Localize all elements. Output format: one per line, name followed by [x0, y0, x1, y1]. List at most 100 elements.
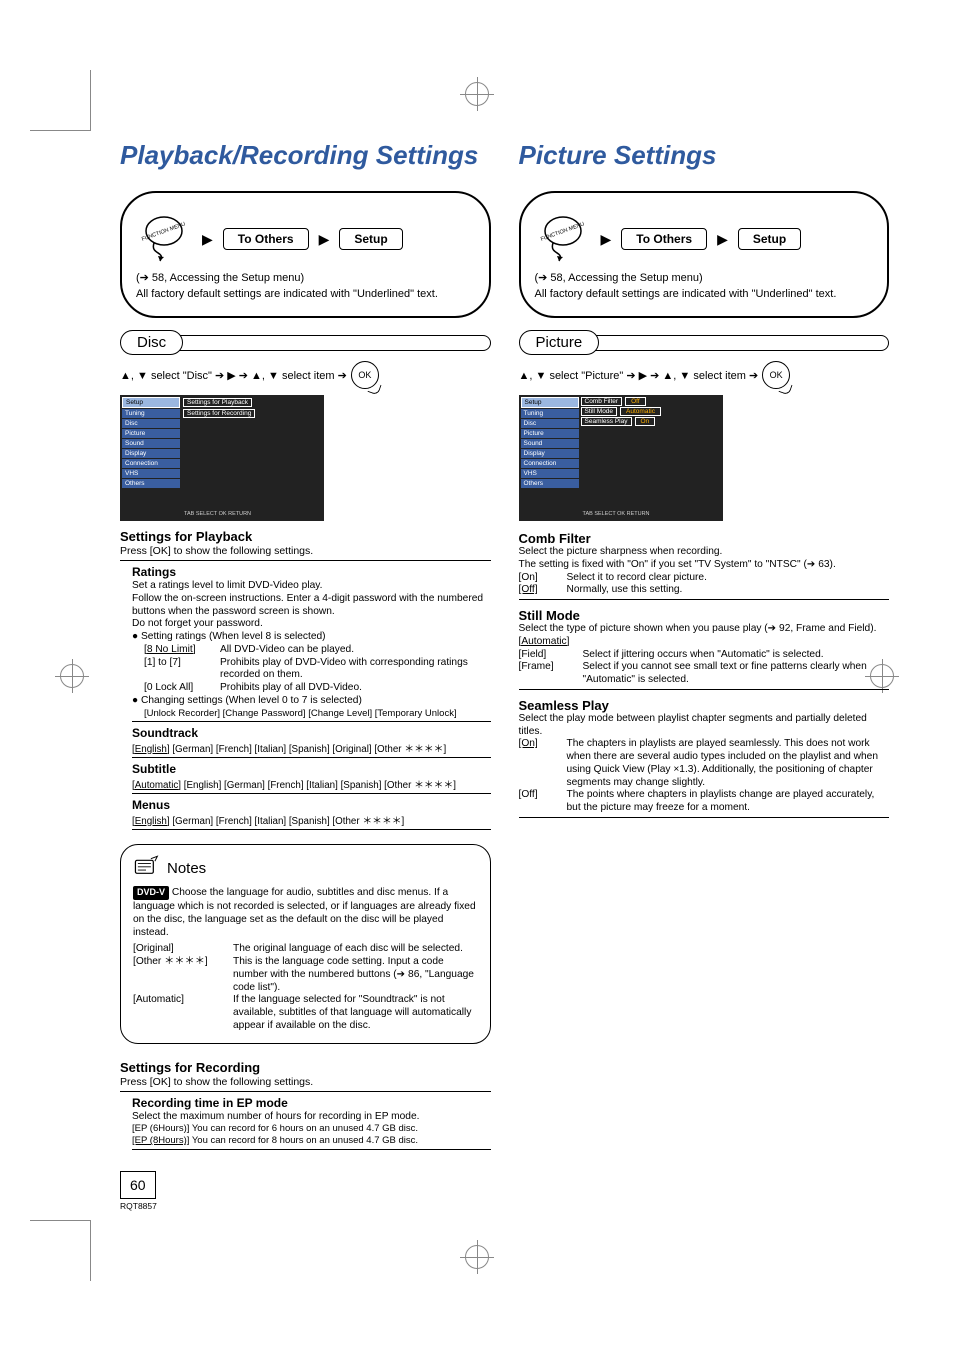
osd-right-item: Settings for Recording — [183, 409, 255, 418]
ratings-bullet: Setting ratings (When level 8 is selecte… — [141, 631, 326, 642]
arrow-icon: ▶ — [202, 231, 213, 248]
default-line: All factory default settings are indicat… — [136, 288, 475, 300]
subtitle-opts-rest: [English] [German] [French] [Italian] [S… — [184, 780, 456, 791]
opt-key: [Off] — [519, 584, 559, 597]
opt-key: [8 No Limit] — [144, 644, 212, 657]
overview-panel-left: FUNCTION MENU ▶ To Others ▶ Setup (➔ 58,… — [120, 191, 491, 318]
osd-item: Tuning — [122, 409, 180, 418]
select-instruction: ▲, ▼ select "Disc" ➔ ▶ ➔ ▲, ▼ select ite… — [120, 369, 347, 382]
still-mode-head: Still Mode — [519, 608, 890, 623]
access-line: (➔ 58, Accessing the Setup menu) — [136, 271, 475, 284]
ep-opt-rest: You can record for 8 hours on an unused … — [192, 1135, 418, 1146]
page-code: RQT8857 — [120, 1201, 157, 1211]
osd-row-key: Seamless Play — [581, 417, 632, 426]
section-tail — [173, 335, 490, 351]
osd-remote-hint: TAB SELECT OK RETURN — [184, 511, 251, 517]
osd-item: Connection — [122, 459, 180, 468]
opt-key: [Other ＊＊＊＊] — [133, 956, 225, 994]
opt-val: Select if you cannot see small text or f… — [583, 661, 890, 687]
osd-item: Sound — [122, 439, 180, 448]
osd-row-key: Still Mode — [581, 407, 618, 416]
opt-val: Normally, use this setting. — [567, 584, 683, 597]
comb-body: Select the picture sharpness when record… — [519, 546, 890, 559]
osd-row-val: Automatic — [620, 407, 661, 416]
notes-box: Notes DVD-V Choose the language for audi… — [120, 844, 491, 1044]
registration-mark — [60, 664, 84, 688]
opt-val: All DVD-Video can be played. — [220, 644, 354, 657]
section-disc: Disc — [120, 330, 183, 355]
osd-item: Tuning — [521, 409, 579, 418]
osd-item: Display — [521, 449, 579, 458]
still-body: Select the type of picture shown when yo… — [519, 623, 890, 636]
opt-val: Select it to record clear picture. — [567, 572, 707, 585]
osd-header: Setup — [521, 397, 579, 408]
opt-val: If the language selected for "Soundtrack… — [233, 994, 478, 1032]
opt-key: [On] — [519, 738, 559, 789]
arrow-icon: ▶ — [717, 231, 728, 248]
ratings-body: Do not forget your password. — [132, 618, 491, 631]
osd-header: Setup — [122, 397, 180, 408]
opt-key: [On] — [519, 572, 559, 585]
comb-filter-head: Comb Filter — [519, 531, 890, 546]
ratings-head: Ratings — [132, 565, 491, 579]
osd-row-val: On — [635, 417, 656, 426]
osd-screenshot-left: Setup Tuning Disc Picture Sound Display … — [120, 395, 324, 521]
default-line: All factory default settings are indicat… — [535, 288, 874, 300]
osd-item: VHS — [521, 469, 579, 478]
nav-to-others: To Others — [621, 228, 707, 250]
ratings-bullet: Changing settings (When level 0 to 7 is … — [141, 695, 362, 706]
opt-val: This is the language code setting. Input… — [233, 956, 478, 994]
page-title-right: Picture Settings — [519, 140, 890, 171]
opt-val: Prohibits play of all DVD-Video. — [220, 682, 362, 695]
nav-setup: Setup — [738, 228, 801, 250]
osd-item: Others — [521, 479, 579, 488]
osd-item: Picture — [122, 429, 180, 438]
osd-screenshot-right: Setup Tuning Disc Picture Sound Display … — [519, 395, 723, 521]
settings-for-recording-sub: Press [OK] to show the following setting… — [120, 1076, 491, 1088]
opt-val: The original language of each disc will … — [233, 943, 463, 956]
nav-to-others: To Others — [223, 228, 309, 250]
subtitle-head: Subtitle — [132, 762, 491, 776]
settings-for-playback-head: Settings for Playback — [120, 529, 491, 544]
ok-icon: OK — [762, 361, 790, 389]
opt-val: The chapters in playlists are played sea… — [567, 738, 890, 789]
ok-icon: OK — [351, 361, 379, 389]
osd-item: Disc — [122, 419, 180, 428]
osd-item: Others — [122, 479, 180, 488]
osd-item: Connection — [521, 459, 579, 468]
opt-key: [0 Lock All] — [144, 682, 212, 695]
registration-mark — [465, 1245, 489, 1269]
menus-opts-rest: [German] [French] [Italian] [Spanish] [O… — [172, 816, 404, 827]
arrow-icon: ▶ — [601, 231, 612, 248]
ep-opt: [EP (6Hours)] You can record for 6 hours… — [132, 1123, 491, 1135]
arrow-icon: ▶ — [319, 231, 330, 248]
settings-for-playback-sub: Press [OK] to show the following setting… — [120, 545, 491, 557]
ratings-change-opts: [Unlock Recorder] [Change Password] [Cha… — [144, 708, 491, 719]
osd-item: Sound — [521, 439, 579, 448]
registration-mark — [465, 82, 489, 106]
select-instruction: ▲, ▼ select "Picture" ➔ ▶ ➔ ▲, ▼ select … — [519, 369, 759, 382]
function-menu-icon: FUNCTION MENU — [136, 211, 192, 267]
function-menu-icon: FUNCTION MENU — [535, 211, 591, 267]
crop-mark — [30, 70, 91, 131]
opt-val: Prohibits play of DVD-Video with corresp… — [220, 657, 491, 683]
opt-key: [1] to [7] — [144, 657, 212, 683]
seamless-head: Seamless Play — [519, 698, 890, 713]
section-picture: Picture — [519, 330, 600, 355]
menus-head: Menus — [132, 798, 491, 812]
opt-key: [Automatic] — [133, 994, 225, 1032]
dvdv-badge: DVD-V — [133, 886, 169, 900]
opt-key: [Original] — [133, 943, 225, 956]
opt-val: The points where chapters in playlists c… — [567, 789, 890, 815]
page-title-left: Playback/Recording Settings — [120, 140, 491, 171]
osd-item: Picture — [521, 429, 579, 438]
osd-item: VHS — [122, 469, 180, 478]
opt-key: [Field] — [519, 649, 575, 662]
ratings-body: Follow the on-screen instructions. Enter… — [132, 593, 491, 619]
notes-body: Choose the language for audio, subtitles… — [133, 887, 476, 938]
notes-icon — [133, 855, 159, 883]
opt-key: [Off] — [519, 789, 559, 815]
still-auto: [Automatic] — [519, 636, 890, 649]
section-tail — [589, 335, 889, 351]
osd-right-item: Settings for Playback — [183, 398, 252, 407]
